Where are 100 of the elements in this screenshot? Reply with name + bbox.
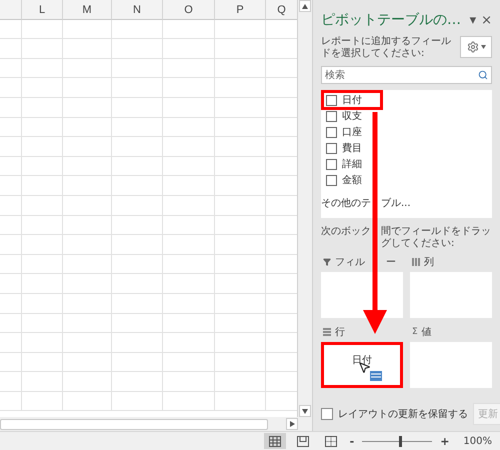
highlighted-drop-area[interactable]: 日付 [321,342,403,388]
table-cell [63,274,112,294]
table-cell [215,98,266,118]
page-layout-icon [296,436,309,446]
table-cell [112,216,163,236]
table-cell [63,98,112,118]
table-cell [215,274,266,294]
table-cell [215,294,266,314]
table-cell [215,156,266,176]
table-cell [163,196,215,216]
more-tables-link[interactable]: ブル... [381,196,411,210]
table-cell [22,254,63,274]
pane-title: ピボットテーブルの… [321,11,462,29]
table-cell [112,352,163,372]
table-cell [22,20,63,40]
table-cell [63,372,112,392]
table-cell [163,235,215,255]
table-cell [112,294,163,314]
field-checkbox[interactable] [326,110,337,122]
column-header[interactable]: O [163,0,215,20]
table-cell [112,58,163,78]
table-cell [0,58,22,78]
table-cell [112,333,163,353]
table-cell [22,294,63,314]
vertical-scrollbar[interactable] [297,0,312,417]
highlighted-field-row[interactable]: 日付 [321,90,383,110]
table-cell [22,118,63,138]
field-label: 費目 [342,142,362,155]
area-label: ー [386,256,396,269]
more-tables-link[interactable]: その他のテ [321,196,371,210]
table-cell [22,78,63,98]
table-cell [163,216,215,236]
table-cell [112,274,163,294]
table-cell [0,176,22,196]
table-cell [112,235,163,255]
table-cell [63,39,112,59]
table-cell [22,156,63,176]
table-cell [112,137,163,157]
table-cell [112,176,163,196]
column-header[interactable]: M [63,0,112,20]
table-cell [215,254,266,274]
column-header[interactable]: L [22,0,63,20]
table-cell [0,235,22,255]
zoom-in-button[interactable]: + [438,434,452,448]
column-header[interactable]: Q [266,0,298,20]
horizontal-scrollbar[interactable] [0,418,268,430]
table-cell [22,196,63,216]
table-cell [63,392,112,412]
field-checkbox[interactable] [326,174,337,186]
view-button[interactable] [264,433,286,449]
table-cell [0,98,22,118]
field-label: 口座 [342,126,362,139]
table-cell [63,352,112,372]
gear-icon [466,41,478,53]
field-checkbox[interactable] [326,126,337,138]
defer-update-checkbox[interactable] [321,408,333,420]
table-cell [63,314,112,334]
field-checkbox[interactable] [326,142,337,154]
table-cell [63,294,112,314]
table-cell [22,274,63,294]
column-header[interactable]: P [215,0,266,20]
defer-update-label: レイアウトの更新を保留する [338,408,468,421]
table-cell [63,333,112,353]
table-cell [163,78,215,98]
table-cell [22,176,63,196]
zoom-out-button[interactable]: - [348,434,356,448]
drop-area[interactable] [321,272,403,318]
table-cell [163,254,215,274]
field-checkbox[interactable] [326,158,337,170]
table-cell [215,58,266,78]
table-cell [215,176,266,196]
filter-icon [323,258,331,266]
area-label: 値 [422,326,432,339]
search-field[interactable]: 検索 [321,66,492,84]
table-cell [163,352,215,372]
table-cell [163,314,215,334]
table-cell [163,274,215,294]
columns-icon [412,258,420,266]
close-button[interactable]: × [481,12,492,28]
table-cell [215,78,266,98]
table-cell [163,58,215,78]
table-cell [22,352,63,372]
table-cell [163,39,215,59]
table-cell [22,98,63,118]
scroll-up-icon [302,4,308,8]
table-cell [0,156,22,176]
table-cell [163,333,215,353]
table-cell [215,352,266,372]
table-cell [215,314,266,334]
column-header[interactable]: N [112,0,163,20]
settings-button[interactable] [460,36,492,58]
pane-menu-caret[interactable]: ▾ [470,12,476,28]
field-checkbox[interactable] [326,94,337,106]
table-cell [112,98,163,118]
table-cell [0,314,22,334]
table-cell [215,118,266,138]
table-cell [112,78,163,98]
drag-hint-text: 次のボック [321,226,371,239]
zoom-thumb[interactable] [399,436,402,446]
table-cell [22,137,63,157]
